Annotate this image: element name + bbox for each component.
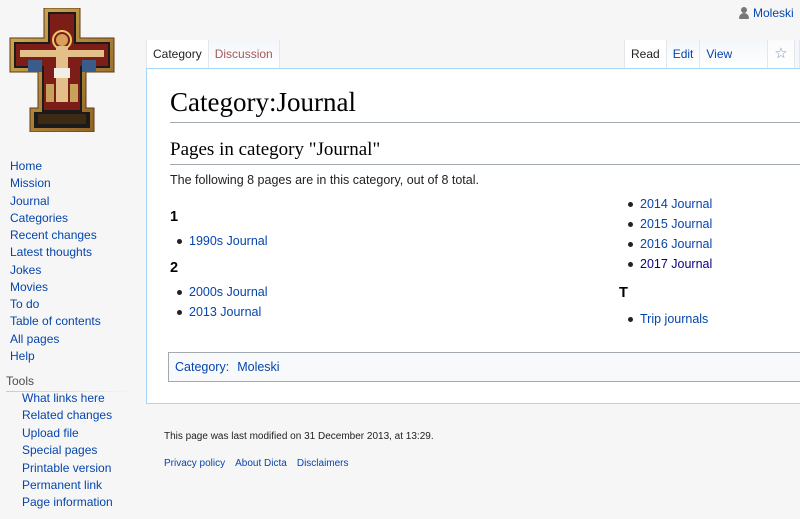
username-link[interactable]: Moleski xyxy=(753,6,794,20)
tool-page-information[interactable]: Page information xyxy=(22,494,142,511)
list-item: 2000s Journal xyxy=(177,285,268,299)
sidebar-item-to-do[interactable]: To do xyxy=(10,296,140,313)
group-letter-2: 2 xyxy=(170,260,179,276)
tab-edge xyxy=(794,40,800,68)
page-link-2014-journal[interactable]: 2014 Journal xyxy=(640,197,712,211)
namespace-tabs: Category Discussion xyxy=(146,40,280,68)
category-column-left: 1 1990s Journal 2 2000s Journal 2013 Jou… xyxy=(170,209,268,319)
list-item: 2017 Journal xyxy=(628,257,712,271)
last-modified-info: This page was last modified on 31 Decemb… xyxy=(164,431,434,442)
personal-bar: Moleski xyxy=(739,6,794,20)
group-letter-t: T xyxy=(619,285,628,301)
sidebar-item-movies[interactable]: Movies xyxy=(10,279,140,296)
tool-what-links-here[interactable]: What links here xyxy=(22,390,142,407)
page-link-2015-journal[interactable]: 2015 Journal xyxy=(640,217,712,231)
sidebar-item-all-pages[interactable]: All pages xyxy=(10,331,140,348)
main-content: Category:Journal Pages in category "Jour… xyxy=(146,68,800,404)
star-icon[interactable]: ☆ xyxy=(768,40,795,68)
sidebar-item-recent-changes[interactable]: Recent changes xyxy=(10,227,140,244)
tool-printable-version[interactable]: Printable version xyxy=(22,460,142,477)
tool-permanent-link[interactable]: Permanent link xyxy=(22,477,142,494)
sidebar-item-journal[interactable]: Journal xyxy=(10,193,140,210)
page-link-2017-journal[interactable]: 2017 Journal xyxy=(640,257,712,271)
about-link[interactable]: About Dicta xyxy=(235,458,287,469)
tool-related-changes[interactable]: Related changes xyxy=(22,407,142,424)
page-link-2000s-journal[interactable]: 2000s Journal xyxy=(189,285,268,299)
category-pages-heading: Pages in category "Journal" xyxy=(170,139,800,165)
sidebar-item-mission[interactable]: Mission xyxy=(10,175,140,192)
category-column-right: 2014 Journal 2015 Journal 2016 Journal 2… xyxy=(619,197,712,326)
tab-category[interactable]: Category xyxy=(146,40,209,68)
sidebar-item-help[interactable]: Help xyxy=(10,348,140,365)
tool-upload-file[interactable]: Upload file xyxy=(22,425,142,442)
bullet-icon xyxy=(628,201,633,207)
tool-special-pages[interactable]: Special pages xyxy=(22,442,142,459)
list-item: 2016 Journal xyxy=(628,237,712,251)
category-links-box: Category: Moleski xyxy=(168,352,800,382)
tab-view-history[interactable]: View history xyxy=(700,40,769,89)
category-link-moleski[interactable]: Moleski xyxy=(237,360,279,374)
bullet-icon xyxy=(628,241,633,247)
sidebar-nav: Home Mission Journal Categories Recent c… xyxy=(10,158,140,365)
tools-list: What links here Related changes Upload f… xyxy=(22,390,142,512)
list-item: 2013 Journal xyxy=(177,305,268,319)
bullet-icon xyxy=(628,261,633,267)
disclaimers-link[interactable]: Disclaimers xyxy=(297,458,349,469)
category-summary: The following 8 pages are in this catego… xyxy=(170,173,479,187)
bullet-icon xyxy=(628,316,633,322)
page-link-2013-journal[interactable]: 2013 Journal xyxy=(189,305,261,319)
view-tabs: Read Edit View history ☆ xyxy=(624,40,800,89)
bullet-icon xyxy=(177,309,182,315)
sidebar-item-home[interactable]: Home xyxy=(10,158,140,175)
list-item: 2015 Journal xyxy=(628,217,712,231)
page-link-trip-journals[interactable]: Trip journals xyxy=(640,312,708,326)
categories-label-link[interactable]: Category: xyxy=(175,360,229,374)
page-title: Category:Journal xyxy=(170,87,800,123)
tab-read[interactable]: Read xyxy=(624,40,667,68)
footer-links: Privacy policy About Dicta Disclaimers xyxy=(164,458,349,469)
sidebar-item-jokes[interactable]: Jokes xyxy=(10,262,140,279)
sidebar-item-latest-thoughts[interactable]: Latest thoughts xyxy=(10,244,140,261)
tab-discussion[interactable]: Discussion xyxy=(208,40,280,68)
user-icon xyxy=(739,7,749,19)
privacy-policy-link[interactable]: Privacy policy xyxy=(164,458,225,469)
bullet-icon xyxy=(628,221,633,227)
bullet-icon xyxy=(177,289,182,295)
site-logo[interactable] xyxy=(8,8,116,132)
sidebar-item-categories[interactable]: Categories xyxy=(10,210,140,227)
tab-edit[interactable]: Edit xyxy=(666,40,701,68)
list-item: 1990s Journal xyxy=(177,234,268,248)
page-link-2016-journal[interactable]: 2016 Journal xyxy=(640,237,712,251)
page-link-1990s-journal[interactable]: 1990s Journal xyxy=(189,234,268,248)
sidebar-item-table-of-contents[interactable]: Table of contents xyxy=(10,313,140,330)
group-letter-1: 1 xyxy=(170,209,179,225)
list-item: 2014 Journal xyxy=(628,197,712,211)
list-item: Trip journals xyxy=(628,312,712,326)
bullet-icon xyxy=(177,238,182,244)
